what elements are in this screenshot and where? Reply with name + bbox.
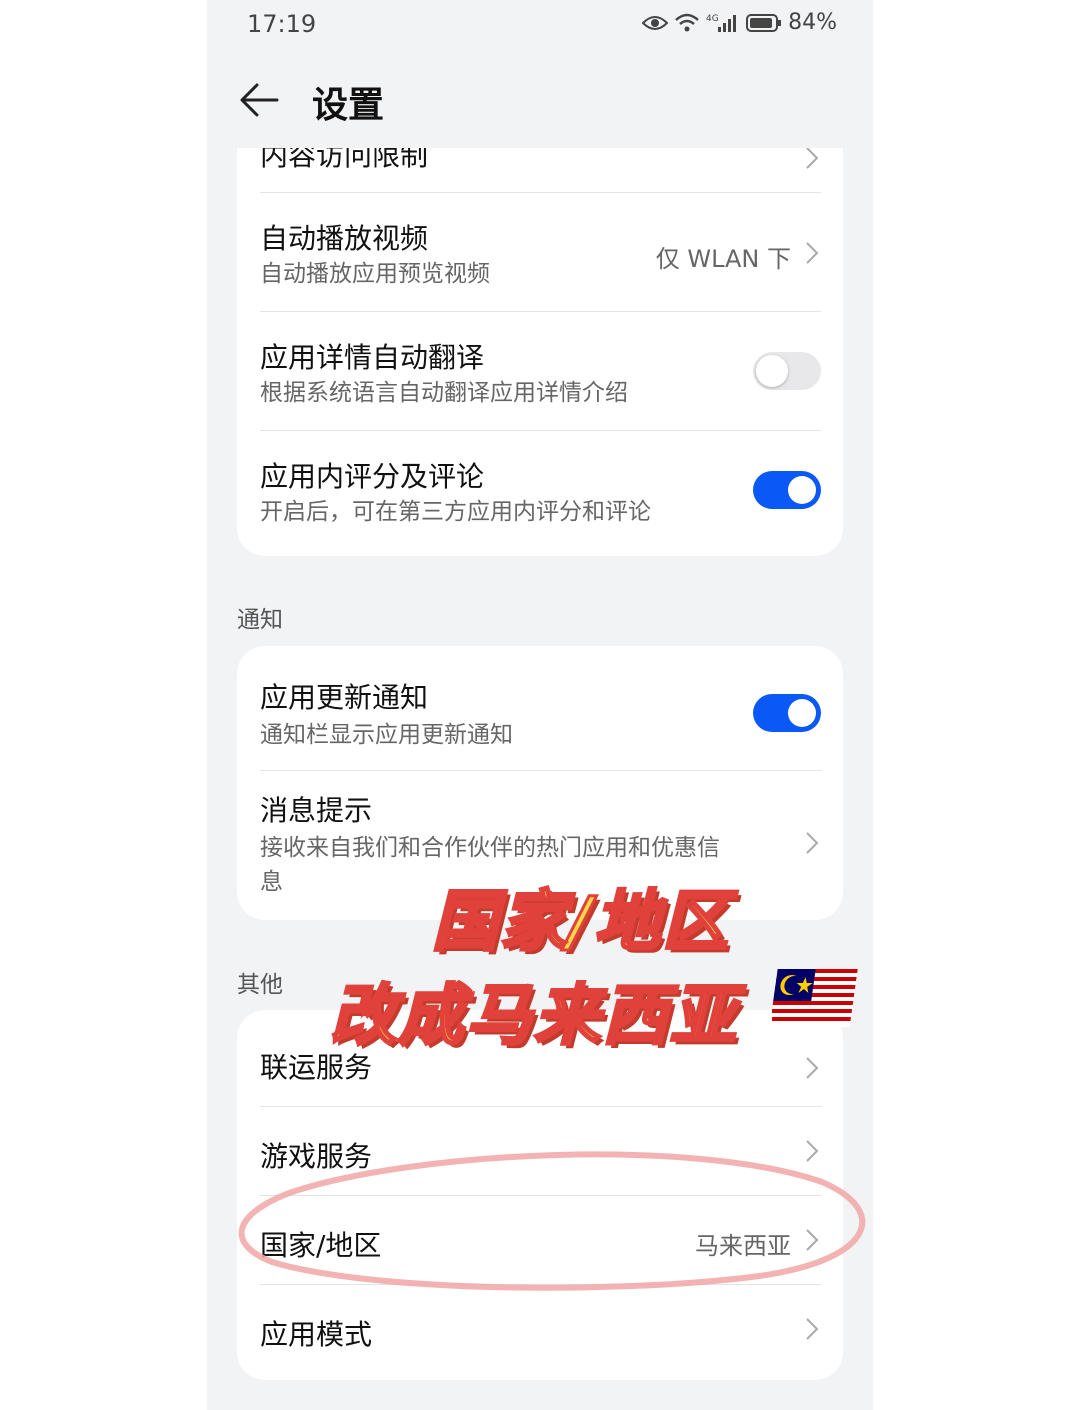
battery-icon: [746, 13, 782, 32]
settings-row-content-restriction[interactable]: 内容访问限制: [260, 148, 821, 193]
row-title: 应用模式: [260, 1318, 373, 1351]
overlay-caption-line1: 国家/地区: [430, 882, 731, 962]
row-title: 应用内评分及评论: [260, 460, 485, 493]
settings-row-in-app-rating: 应用内评分及评论 开启后，可在第三方应用内评分和评论: [260, 431, 821, 556]
in-app-rating-toggle[interactable]: [753, 471, 821, 509]
toggle-knob: [788, 699, 816, 727]
highlight-circle: [238, 1151, 866, 1291]
auto-translate-toggle[interactable]: [753, 352, 821, 390]
page-title: 设置: [312, 85, 385, 126]
settings-row-autoplay-video[interactable]: 自动播放视频 自动播放应用预览视频 仅 WLAN 下: [260, 193, 821, 312]
back-arrow-icon[interactable]: [237, 78, 281, 122]
status-bar: 17:19 4G 84%: [207, 0, 873, 50]
update-notify-toggle[interactable]: [753, 694, 821, 732]
malaysia-flag-icon: [772, 969, 858, 1027]
row-subtitle: 通知栏显示应用更新通知: [260, 722, 513, 748]
app-bar: 设置: [207, 60, 873, 140]
row-title: 消息提示: [260, 794, 373, 827]
overlay-caption-line2: 改成马来西亚: [329, 976, 738, 1056]
settings-row-auto-translate: 应用详情自动翻译 根据系统语言自动翻译应用详情介绍: [260, 312, 821, 431]
row-subtitle: 开启后，可在第三方应用内评分和评论: [260, 499, 651, 525]
row-title: 应用更新通知: [260, 681, 429, 714]
section-header-other: 其他: [237, 972, 283, 998]
status-time: 17:19: [247, 10, 317, 38]
row-subtitle-line1: 接收来自我们和合作伙伴的热门应用和优惠信: [260, 835, 720, 861]
settings-row-update-notify: 应用更新通知 通知栏显示应用更新通知: [260, 646, 821, 771]
signal-icon: 4G: [706, 14, 737, 32]
row-subtitle: 根据系统语言自动翻译应用详情介绍: [260, 380, 628, 406]
general-settings-card: 内容访问限制 自动播放视频 自动播放应用预览视频 仅 WLAN 下 应用详情自动…: [237, 148, 843, 556]
row-subtitle: 自动播放应用预览视频: [260, 261, 490, 287]
eye-icon: [642, 15, 669, 30]
row-value: 仅 WLAN 下: [655, 245, 791, 273]
row-title: 自动播放视频: [260, 222, 429, 255]
chevron-right-icon: [806, 1318, 819, 1340]
chevron-right-icon: [806, 832, 819, 854]
toggle-knob: [788, 476, 816, 504]
row-title: 内容访问限制: [260, 148, 429, 172]
wifi-icon: [675, 13, 699, 31]
row-subtitle-line2: 息: [260, 869, 283, 895]
network-label: 4G: [706, 14, 719, 24]
chevron-right-icon: [806, 242, 819, 264]
chevron-right-icon: [806, 1057, 819, 1079]
toggle-knob: [756, 355, 788, 387]
row-title: 应用详情自动翻译: [260, 341, 485, 374]
chevron-right-icon: [806, 148, 819, 169]
settings-row-app-mode[interactable]: 应用模式: [260, 1285, 821, 1374]
section-header-notify: 通知: [237, 607, 283, 633]
status-icons: 4G 84%: [642, 10, 837, 35]
battery-percent: 84%: [788, 10, 837, 35]
